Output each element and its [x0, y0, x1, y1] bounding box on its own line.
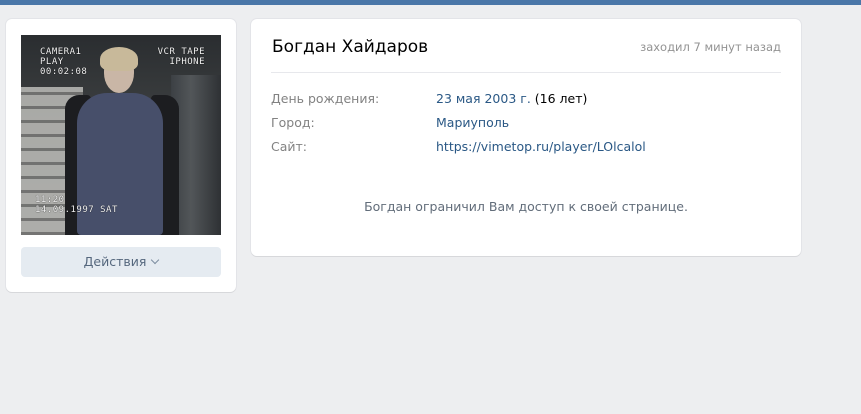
- city-link[interactable]: Мариуполь: [436, 115, 509, 130]
- info-label: Сайт:: [271, 139, 308, 154]
- vhs-overlay-top-right: VCR TAPE IPHONE: [158, 47, 205, 67]
- top-nav-bar: [0, 0, 861, 5]
- vhs-overlay-top-left: CAMERA1 PLAY 00:02:08: [40, 47, 87, 77]
- actions-button-label: Действия: [83, 254, 147, 269]
- vhs-text: 00:02:08: [40, 67, 88, 77]
- restricted-access-message: Богдан ограничил Вам доступ к своей стра…: [364, 199, 688, 214]
- photo-person-hair: [100, 47, 138, 71]
- divider: [271, 72, 781, 73]
- profile-info-card: Богдан Хайдаров заходил 7 минут назад Де…: [251, 19, 801, 256]
- vhs-text: PLAY: [40, 57, 64, 67]
- vhs-text: 14.09.1997 SAT: [35, 205, 118, 215]
- birthday-value: 23 мая 2003 г. (16 лет): [436, 91, 587, 106]
- profile-photo-card: CAMERA1 PLAY 00:02:08 VCR TAPE IPHONE 11…: [6, 19, 236, 292]
- actions-button[interactable]: Действия: [21, 247, 221, 277]
- profile-avatar[interactable]: CAMERA1 PLAY 00:02:08 VCR TAPE IPHONE 11…: [21, 35, 221, 235]
- vhs-text: IPHONE: [169, 57, 205, 67]
- vhs-text: CAMERA1: [40, 47, 82, 57]
- chevron-down-icon: [151, 255, 160, 265]
- birthday-link[interactable]: 23 мая 2003 г.: [436, 91, 531, 106]
- info-label: Город:: [271, 115, 315, 130]
- vhs-overlay-bottom-left: 11:20 14.09.1997 SAT: [35, 195, 118, 215]
- info-label: День рождения:: [271, 91, 380, 106]
- age-text: (16 лет): [530, 91, 588, 106]
- last-seen-status: заходил 7 минут назад: [640, 40, 781, 54]
- vhs-text: 11:20: [35, 195, 65, 205]
- website-link[interactable]: https://vimetop.ru/player/LOlcalol: [436, 139, 646, 154]
- profile-name: Богдан Хайдаров: [272, 37, 429, 57]
- vhs-text: VCR TAPE: [157, 47, 205, 57]
